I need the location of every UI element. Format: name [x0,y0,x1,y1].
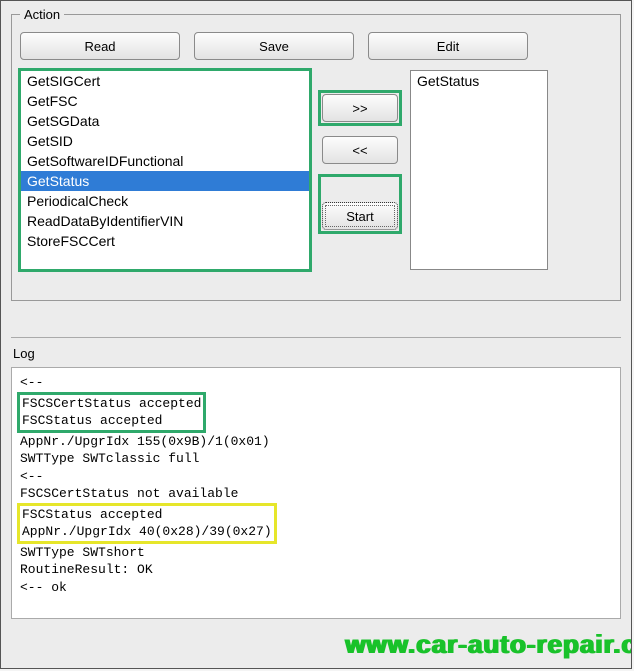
highlight-yellow: FSCStatus accepted AppNr./UpgrIdx 40(0x2… [17,503,277,544]
log-line: SWTType SWTshort [20,544,612,562]
highlight-green: FSCSCertStatus accepted FSCStatus accept… [17,392,206,433]
read-button[interactable]: Read [20,32,180,60]
available-list[interactable]: GetSIGCert GetFSC GetSGData GetSID GetSo… [20,70,310,270]
transfer-controls: >> << Start [318,70,402,234]
log-output: <-- FSCSCertStatus accepted FSCStatus ac… [11,367,621,619]
list-item[interactable]: PeriodicalCheck [21,191,309,211]
start-button[interactable]: Start [322,202,398,230]
log-line: AppNr./UpgrIdx 155(0x9B)/1(0x01) [20,433,612,451]
action-group: Action Read Save Edit GetSIGCert GetFSC … [11,7,621,301]
list-item[interactable]: GetSoftwareIDFunctional [21,151,309,171]
list-item[interactable]: StoreFSCCert [21,231,309,251]
log-label: Log [11,342,621,367]
list-item[interactable]: GetSGData [21,111,309,131]
list-item[interactable]: GetSID [21,131,309,151]
action-button-row: Read Save Edit [20,32,612,60]
log-line: RoutineResult: OK [20,561,612,579]
lists-row: GetSIGCert GetFSC GetSGData GetSID GetSo… [20,70,612,270]
log-line: <-- [20,468,612,486]
log-line: FSCSCertStatus accepted [22,395,201,413]
list-item[interactable]: GetStatus [411,71,547,91]
log-section: Log <-- FSCSCertStatus accepted FSCStatu… [11,337,621,619]
list-item-selected[interactable]: GetStatus [21,171,309,191]
log-line: FSCStatus accepted [22,412,201,430]
chosen-list[interactable]: GetStatus [410,70,548,270]
edit-button[interactable]: Edit [368,32,528,60]
log-line: FSCSCertStatus not available [20,485,612,503]
remove-button[interactable]: << [322,136,398,164]
list-item[interactable]: GetSIGCert [21,71,309,91]
log-line: FSCStatus accepted [22,506,272,524]
list-item[interactable]: GetFSC [21,91,309,111]
watermark: www.car-auto-repair.c [345,629,632,660]
log-line: AppNr./UpgrIdx 40(0x28)/39(0x27) [22,523,272,541]
log-line: <-- ok [20,579,612,597]
add-button[interactable]: >> [322,94,398,122]
log-line: SWTType SWTclassic full [20,450,612,468]
list-item[interactable]: ReadDataByIdentifierVIN [21,211,309,231]
save-button[interactable]: Save [194,32,354,60]
app-window: Action Read Save Edit GetSIGCert GetFSC … [0,0,632,669]
log-line: <-- [20,374,612,392]
action-legend: Action [20,7,64,22]
